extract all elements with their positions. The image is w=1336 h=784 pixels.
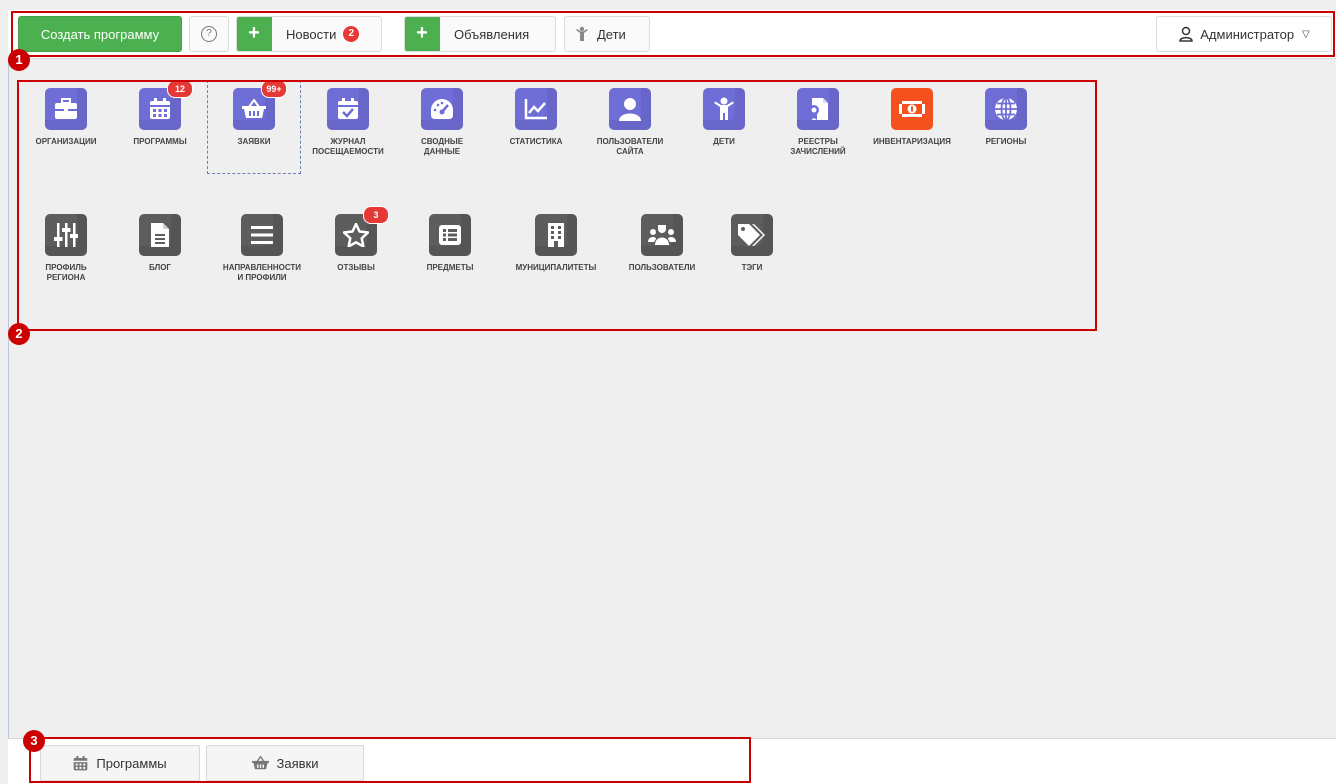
annotation-box-2	[17, 80, 1097, 331]
content-border	[8, 58, 9, 738]
annotation-box-3	[29, 737, 751, 783]
annotation-box-1	[11, 11, 1335, 57]
annotation-number-2: 2	[8, 323, 30, 345]
annotation-number-3: 3	[23, 730, 45, 752]
annotation-number-1: 1	[8, 49, 30, 71]
